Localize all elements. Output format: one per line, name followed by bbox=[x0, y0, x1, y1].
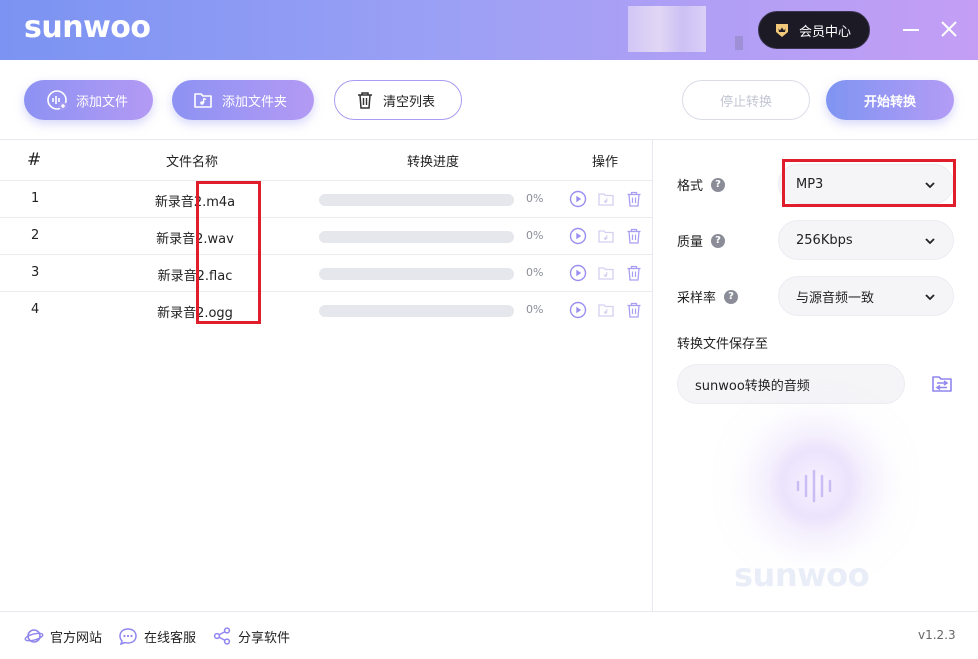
quality-label-row: 质量 ? bbox=[677, 231, 726, 250]
row-index: 4 bbox=[31, 302, 40, 317]
column-header-actions: 操作 bbox=[592, 155, 619, 170]
samplerate-label-row: 采样率 ? bbox=[677, 287, 739, 306]
row-index: 1 bbox=[31, 191, 40, 206]
open-folder-icon[interactable] bbox=[597, 190, 615, 208]
watermark-logo: sunwoo bbox=[734, 556, 870, 594]
quality-select[interactable]: 256Kbps bbox=[778, 220, 954, 260]
delete-icon[interactable] bbox=[625, 264, 643, 282]
open-folder-icon[interactable] bbox=[597, 264, 615, 282]
progress-bar bbox=[319, 268, 514, 280]
start-conversion-label: 开始转换 bbox=[863, 94, 916, 110]
format-label-row: 格式 ? bbox=[677, 175, 726, 194]
clear-list-label: 清空列表 bbox=[383, 94, 436, 110]
chevron-down-icon bbox=[925, 294, 935, 301]
column-header-filename: 文件名称 bbox=[166, 155, 219, 170]
add-file-label: 添加文件 bbox=[76, 94, 129, 110]
file-extension-highlight-box bbox=[196, 181, 261, 324]
progress-label: 0% bbox=[526, 303, 544, 316]
stop-conversion-button[interactable]: 停止转换 bbox=[682, 80, 810, 120]
version-label: v1.2.3 bbox=[918, 628, 956, 642]
add-folder-label: 添加文件夹 bbox=[222, 94, 288, 110]
vip-center-button[interactable]: 会员中心 bbox=[758, 11, 870, 49]
app-logo: sunwoo bbox=[24, 10, 151, 45]
progress-label: 0% bbox=[526, 192, 544, 205]
open-folder-icon[interactable] bbox=[597, 227, 615, 245]
stop-conversion-label: 停止转换 bbox=[719, 94, 772, 110]
play-icon[interactable] bbox=[569, 227, 587, 245]
minimize-icon[interactable] bbox=[902, 18, 920, 40]
clear-list-button[interactable]: 清空列表 bbox=[334, 80, 462, 120]
add-file-button[interactable]: 添加文件 bbox=[24, 80, 153, 120]
samplerate-select[interactable]: 与源音频一致 bbox=[778, 276, 954, 316]
play-icon[interactable] bbox=[569, 264, 587, 282]
progress-bar bbox=[319, 231, 514, 243]
add-folder-button[interactable]: 添加文件夹 bbox=[172, 80, 314, 120]
format-highlight-box bbox=[782, 159, 956, 207]
column-header-progress: 转换进度 bbox=[407, 155, 460, 170]
blurred-region bbox=[628, 6, 706, 52]
chat-bubble-icon bbox=[119, 628, 137, 646]
footer-divider bbox=[0, 611, 978, 612]
format-label: 格式 bbox=[677, 179, 704, 194]
samplerate-label: 采样率 bbox=[677, 291, 717, 306]
delete-icon[interactable] bbox=[625, 301, 643, 319]
change-folder-icon[interactable] bbox=[930, 372, 954, 396]
chevron-down-icon bbox=[925, 238, 935, 245]
close-icon[interactable] bbox=[940, 20, 958, 38]
vip-badge-icon bbox=[776, 24, 788, 37]
share-software-label: 分享软件 bbox=[238, 630, 291, 646]
play-icon[interactable] bbox=[569, 190, 587, 208]
add-audio-icon bbox=[47, 90, 67, 110]
help-icon[interactable]: ? bbox=[724, 289, 739, 304]
table-row[interactable]: 1 新录音2.m4a 0% bbox=[0, 180, 652, 217]
blurred-region-small bbox=[735, 36, 743, 50]
panel-divider bbox=[652, 140, 653, 611]
table-row[interactable]: 2 新录音2.wav 0% bbox=[0, 217, 652, 254]
save-to-label: 转换文件保存至 bbox=[677, 337, 769, 352]
column-header-index: # bbox=[27, 150, 42, 170]
share-software-link[interactable]: 分享软件 bbox=[212, 626, 290, 646]
official-website-link[interactable]: 官方网站 bbox=[24, 626, 102, 646]
music-folder-icon bbox=[194, 93, 212, 108]
save-path-field[interactable]: sunwoo转换的音频 bbox=[677, 364, 905, 404]
waveform-icon bbox=[796, 469, 832, 503]
row-index: 2 bbox=[31, 228, 40, 243]
help-icon[interactable]: ? bbox=[711, 177, 726, 192]
progress-label: 0% bbox=[526, 266, 544, 279]
table-row[interactable]: 4 新录音2.ogg 0% bbox=[0, 291, 652, 328]
vip-center-label: 会员中心 bbox=[799, 24, 852, 40]
progress-bar bbox=[319, 305, 514, 317]
online-support-link[interactable]: 在线客服 bbox=[118, 626, 196, 646]
progress-bar bbox=[319, 194, 514, 206]
help-icon[interactable]: ? bbox=[711, 233, 726, 248]
row-index: 3 bbox=[31, 265, 40, 280]
quality-value: 256Kbps bbox=[796, 232, 853, 248]
progress-label: 0% bbox=[526, 229, 544, 242]
save-path-value: sunwoo转换的音频 bbox=[695, 378, 810, 394]
open-folder-icon[interactable] bbox=[597, 301, 615, 319]
play-icon[interactable] bbox=[569, 301, 587, 319]
planet-icon bbox=[24, 629, 44, 643]
online-support-label: 在线客服 bbox=[144, 630, 197, 646]
table-row[interactable]: 3 新录音2.flac 0% bbox=[0, 254, 652, 291]
share-icon bbox=[213, 627, 231, 645]
delete-icon[interactable] bbox=[625, 227, 643, 245]
official-website-label: 官方网站 bbox=[50, 630, 103, 646]
delete-icon[interactable] bbox=[625, 190, 643, 208]
start-conversion-button[interactable]: 开始转换 bbox=[826, 80, 954, 120]
trash-icon bbox=[358, 92, 372, 109]
samplerate-value: 与源音频一致 bbox=[796, 290, 875, 306]
title-bar: sunwoo 会员中心 bbox=[0, 0, 978, 60]
quality-label: 质量 bbox=[677, 235, 704, 250]
toolbar-divider bbox=[0, 139, 978, 140]
